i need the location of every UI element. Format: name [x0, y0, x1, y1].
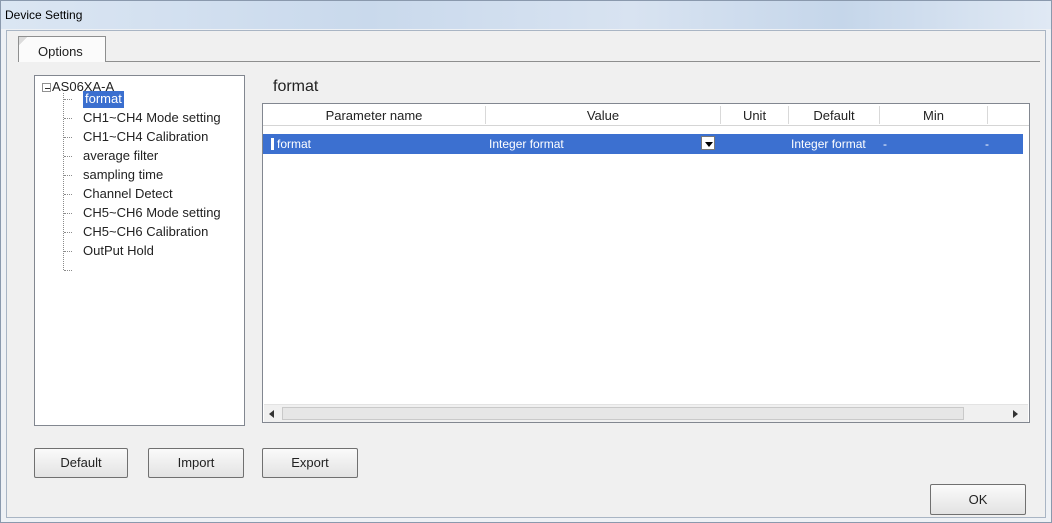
default-button[interactable]: Default: [34, 448, 128, 478]
tree-item-ch5-ch6-calibration[interactable]: CH5~CH6 Calibration: [83, 224, 208, 241]
column-header-unit[interactable]: Unit: [721, 108, 788, 123]
horizontal-scrollbar[interactable]: [264, 404, 1028, 422]
export-button[interactable]: Export: [262, 448, 358, 478]
title-bar[interactable]: Device Setting: [1, 1, 1051, 29]
cell-max: -: [985, 137, 989, 151]
tree-item-sampling-time[interactable]: sampling time: [83, 167, 163, 184]
table-row[interactable]: format Integer format Integer format - -: [263, 134, 1023, 154]
grid-header: Parameter name Value Unit Default Min: [263, 104, 1029, 126]
tab-options[interactable]: Options: [18, 36, 106, 62]
device-tree[interactable]: AS06XA-A format CH1~CH4 Mode setting CH1…: [34, 75, 245, 426]
tree-item-format[interactable]: format: [83, 91, 124, 108]
section-title: format: [273, 78, 319, 95]
tree-item-average-filter[interactable]: average filter: [83, 148, 158, 165]
tree-collapse-icon[interactable]: [42, 83, 51, 92]
row-selector: [271, 138, 274, 150]
column-header-parameter-name[interactable]: Parameter name: [263, 108, 485, 123]
import-button[interactable]: Import: [148, 448, 244, 478]
parameter-grid[interactable]: Parameter name Value Unit Default Min fo…: [262, 103, 1030, 423]
scroll-left-icon[interactable]: [264, 406, 280, 422]
ok-button[interactable]: OK: [930, 484, 1026, 515]
tree-item-ch1-ch4-calibration[interactable]: CH1~CH4 Calibration: [83, 129, 208, 146]
cell-value[interactable]: Integer format: [489, 137, 564, 151]
scrollbar-thumb[interactable]: [282, 407, 964, 420]
tree-item-output-hold[interactable]: OutPut Hold: [83, 243, 154, 260]
column-header-min[interactable]: Min: [880, 108, 987, 123]
tree-connector: [63, 93, 64, 270]
tree-item-ch5-ch6-mode-setting[interactable]: CH5~CH6 Mode setting: [83, 205, 221, 222]
tree-item-ch1-ch4-mode-setting[interactable]: CH1~CH4 Mode setting: [83, 110, 221, 127]
scroll-right-icon[interactable]: [1007, 406, 1023, 422]
column-header-default[interactable]: Default: [789, 108, 879, 123]
tree-item-channel-detect[interactable]: Channel Detect: [83, 186, 173, 203]
cell-parameter-name: format: [277, 137, 312, 151]
dropdown-arrow-icon[interactable]: [701, 136, 715, 150]
window-title: Device Setting: [5, 8, 83, 22]
cell-min: -: [883, 137, 887, 151]
column-header-value[interactable]: Value: [486, 108, 720, 123]
cell-default: Integer format: [791, 137, 866, 151]
